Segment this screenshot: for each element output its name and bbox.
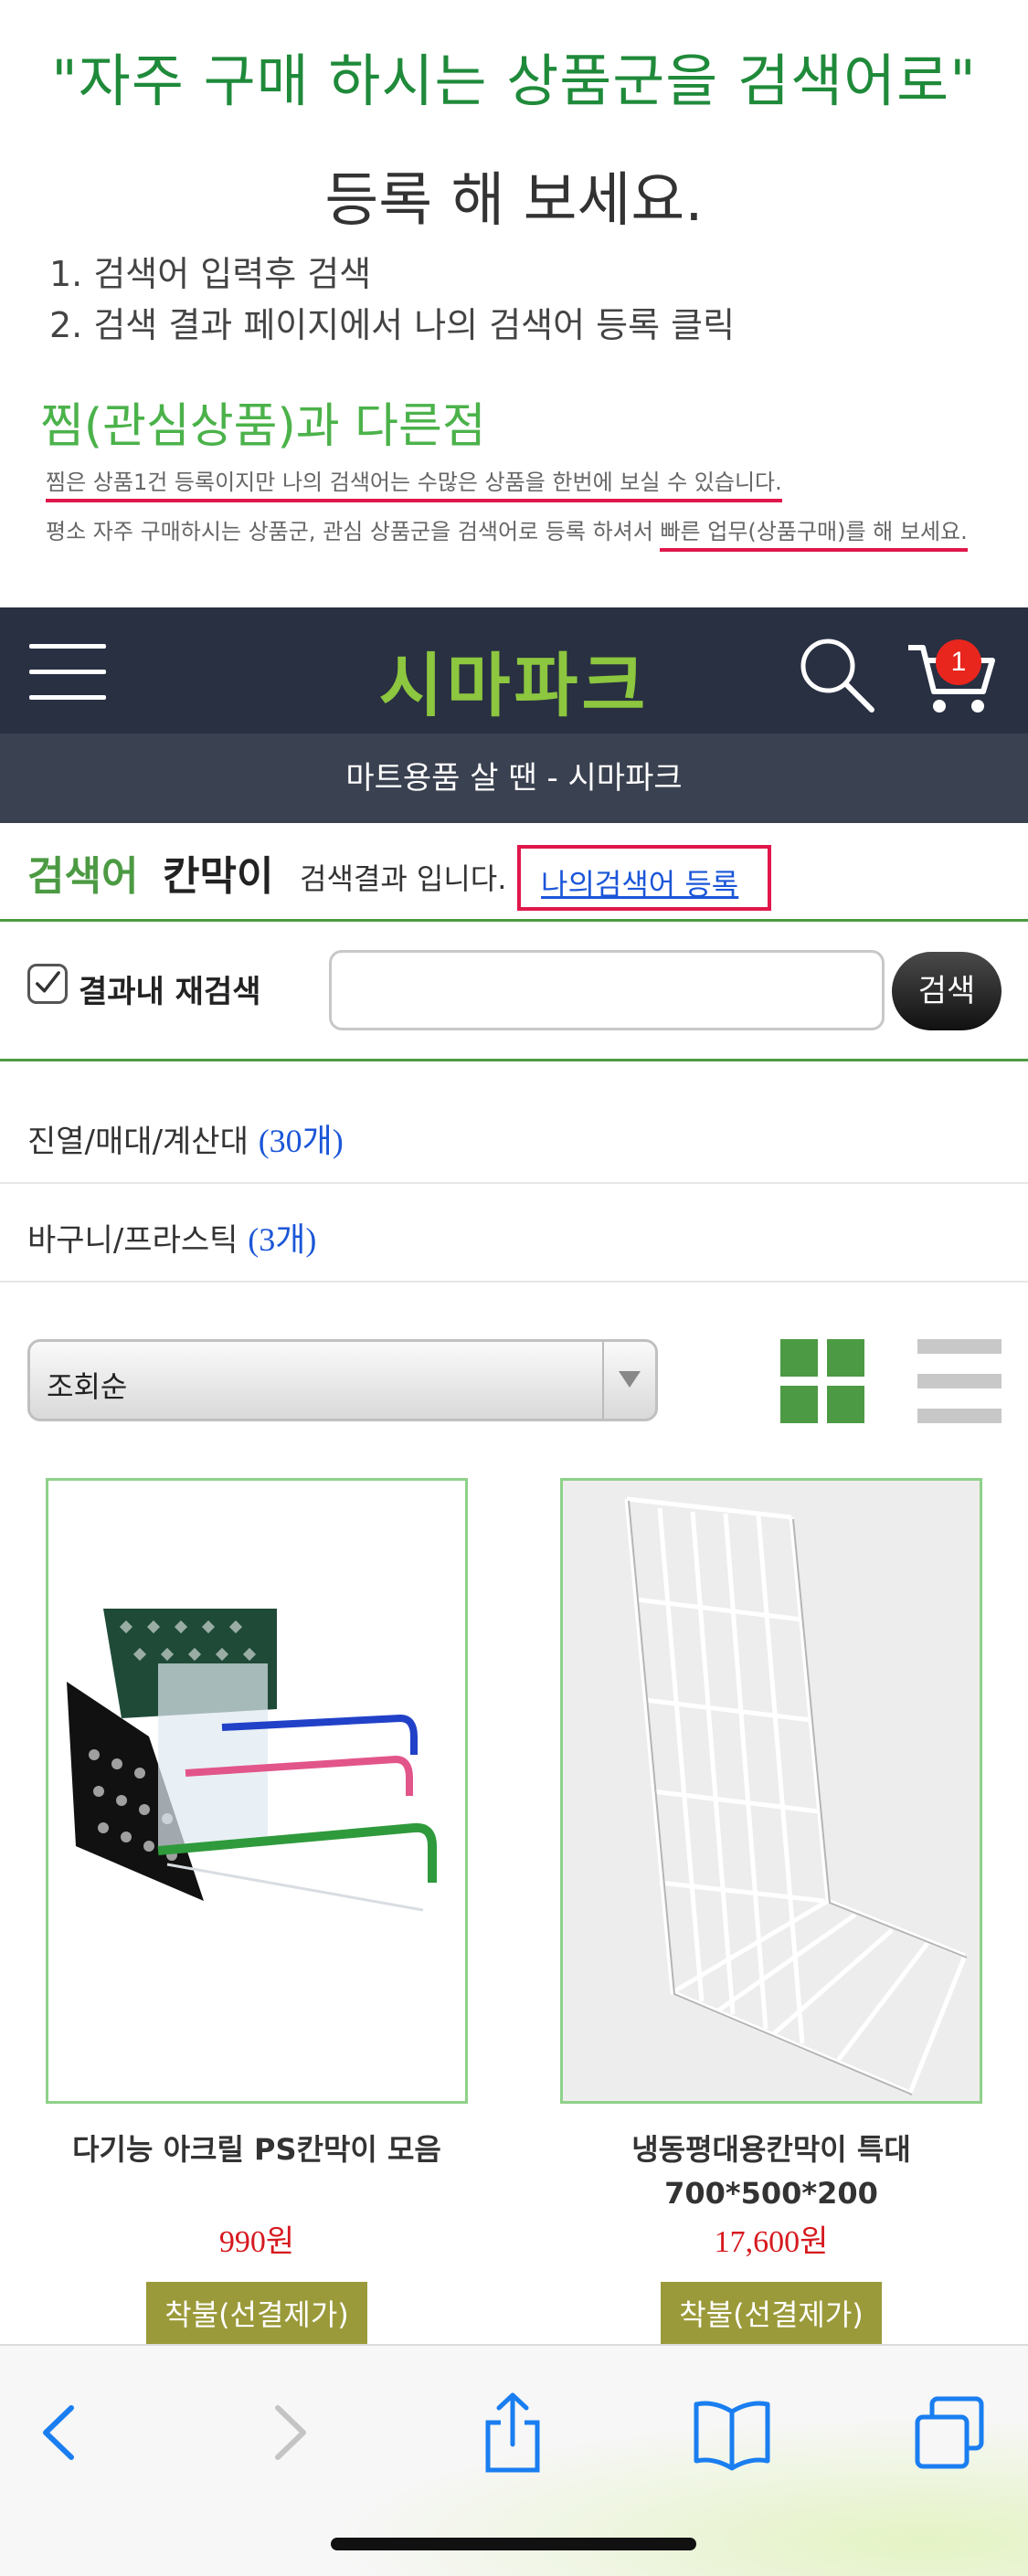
product-badge: 착불(선결제가) — [146, 2282, 367, 2348]
category-name: 바구니/프라스틱 — [27, 1222, 238, 1259]
promo-step: 2. 검색 결과 페이지에서 나의 검색어 등록 클릭 — [49, 305, 736, 345]
chevron-down-icon — [619, 1371, 641, 1388]
product-card[interactable]: 다기능 아크릴 PS칸막이 모음 990원 착불(선결제가) — [46, 1478, 468, 2348]
category-count: (30개) — [258, 1123, 344, 1159]
promo-title-line2: 등록 해 보세요. — [324, 167, 704, 235]
product-name[interactable]: 다기능 아크릴 PS칸막이 모음 — [46, 2127, 468, 2171]
search-keyword-label: 검색어 — [27, 853, 139, 900]
share-icon[interactable] — [472, 2391, 554, 2474]
back-icon[interactable] — [20, 2391, 102, 2474]
product-image[interactable] — [46, 1478, 468, 2104]
tagline-bar: 마트용품 살 땐 - 시마파크 — [0, 734, 1028, 823]
category-link[interactable]: 바구니/프라스틱 (3개) — [27, 1213, 316, 1261]
promo-line-2: 평소 자주 구매하시는 상품군, 관심 상품군을 검색어로 등록 하셔서 빠른 … — [46, 513, 968, 552]
promo-steps: 1. 검색어 입력후 검색 2. 검색 결과 페이지에서 나의 검색어 등록 클… — [49, 248, 735, 351]
product-image[interactable] — [560, 1478, 982, 2104]
category-item[interactable]: 바구니/프라스틱 (3개) — [0, 1184, 1028, 1283]
checkbox-icon[interactable] — [27, 964, 68, 1004]
category-link[interactable]: 진열/매대/계산대 (30개) — [27, 1114, 344, 1162]
promo-line-1: 찜은 상품1건 등록이지만 나의 검색어는 수많은 상품을 한번에 보실 수 있… — [46, 464, 782, 502]
search-keyword-value: 칸막이 — [163, 853, 274, 900]
research-row: 결과내 재검색 검색 — [0, 924, 1028, 1061]
category-count: (3개) — [248, 1221, 317, 1258]
tabs-icon[interactable] — [910, 2391, 992, 2474]
list-view-icon[interactable] — [917, 1339, 1002, 1423]
sort-select[interactable]: 조회순 — [27, 1339, 658, 1421]
bookmarks-icon[interactable] — [691, 2391, 773, 2474]
research-input[interactable] — [329, 950, 885, 1030]
product-price: 990원 — [218, 2225, 295, 2259]
home-indicator[interactable] — [331, 2538, 696, 2550]
cart-count-badge: 1 — [936, 639, 981, 685]
promo-line-2-underlined: 빠른 업무(상품구매)를 해 보세요. — [660, 519, 968, 552]
product-price: 17,600원 — [714, 2225, 829, 2259]
search-icon[interactable] — [795, 633, 877, 715]
product-card[interactable]: 냉동평대용칸막이 특대 700*500*200 17,600원 착불(선결제가) — [560, 1478, 982, 2348]
forward-icon[interactable] — [247, 2391, 329, 2474]
sort-selected-value: 조회순 — [47, 1369, 128, 1404]
grid-view-icon[interactable] — [780, 1339, 864, 1423]
category-item[interactable]: 진열/매대/계산대 (30개) — [0, 1085, 1028, 1184]
promo-title-line1: "자주 구매 하시는 상품군을 검색어로" — [51, 48, 977, 114]
product-name[interactable]: 냉동평대용칸막이 특대 700*500*200 — [560, 2127, 982, 2215]
product-badge: 착불(선결제가) — [661, 2282, 882, 2348]
promo-banner: "자주 구매 하시는 상품군을 검색어로" 등록 해 보세요. 1. 검색어 입… — [0, 0, 1028, 607]
promo-subhead: 찜(관심상품)과 다른점 — [40, 399, 486, 454]
research-label: 결과내 재검색 — [79, 974, 261, 1010]
search-keyword-row: 검색어 칸막이 검색결과 입니다. 나의검색어 등록 — [0, 823, 1028, 922]
sort-dropdown-toggle[interactable] — [602, 1342, 655, 1419]
search-result-suffix: 검색결과 입니다. — [300, 861, 507, 896]
register-keyword-box: 나의검색어 등록 — [517, 845, 771, 911]
promo-line-1-text: 찜은 상품1건 등록이지만 나의 검색어는 수많은 상품을 한번에 보실 수 있… — [46, 470, 782, 502]
register-keyword-link[interactable]: 나의검색어 등록 — [541, 861, 738, 903]
research-button[interactable]: 검색 — [892, 952, 1002, 1030]
site-header: 시마파크 — [0, 607, 1028, 734]
promo-line-2-text: 평소 자주 구매하시는 상품군, 관심 상품군을 검색어로 등록 하셔서 — [46, 519, 661, 544]
promo-step: 1. 검색어 입력후 검색 — [49, 254, 372, 294]
category-name: 진열/매대/계산대 — [27, 1124, 249, 1160]
